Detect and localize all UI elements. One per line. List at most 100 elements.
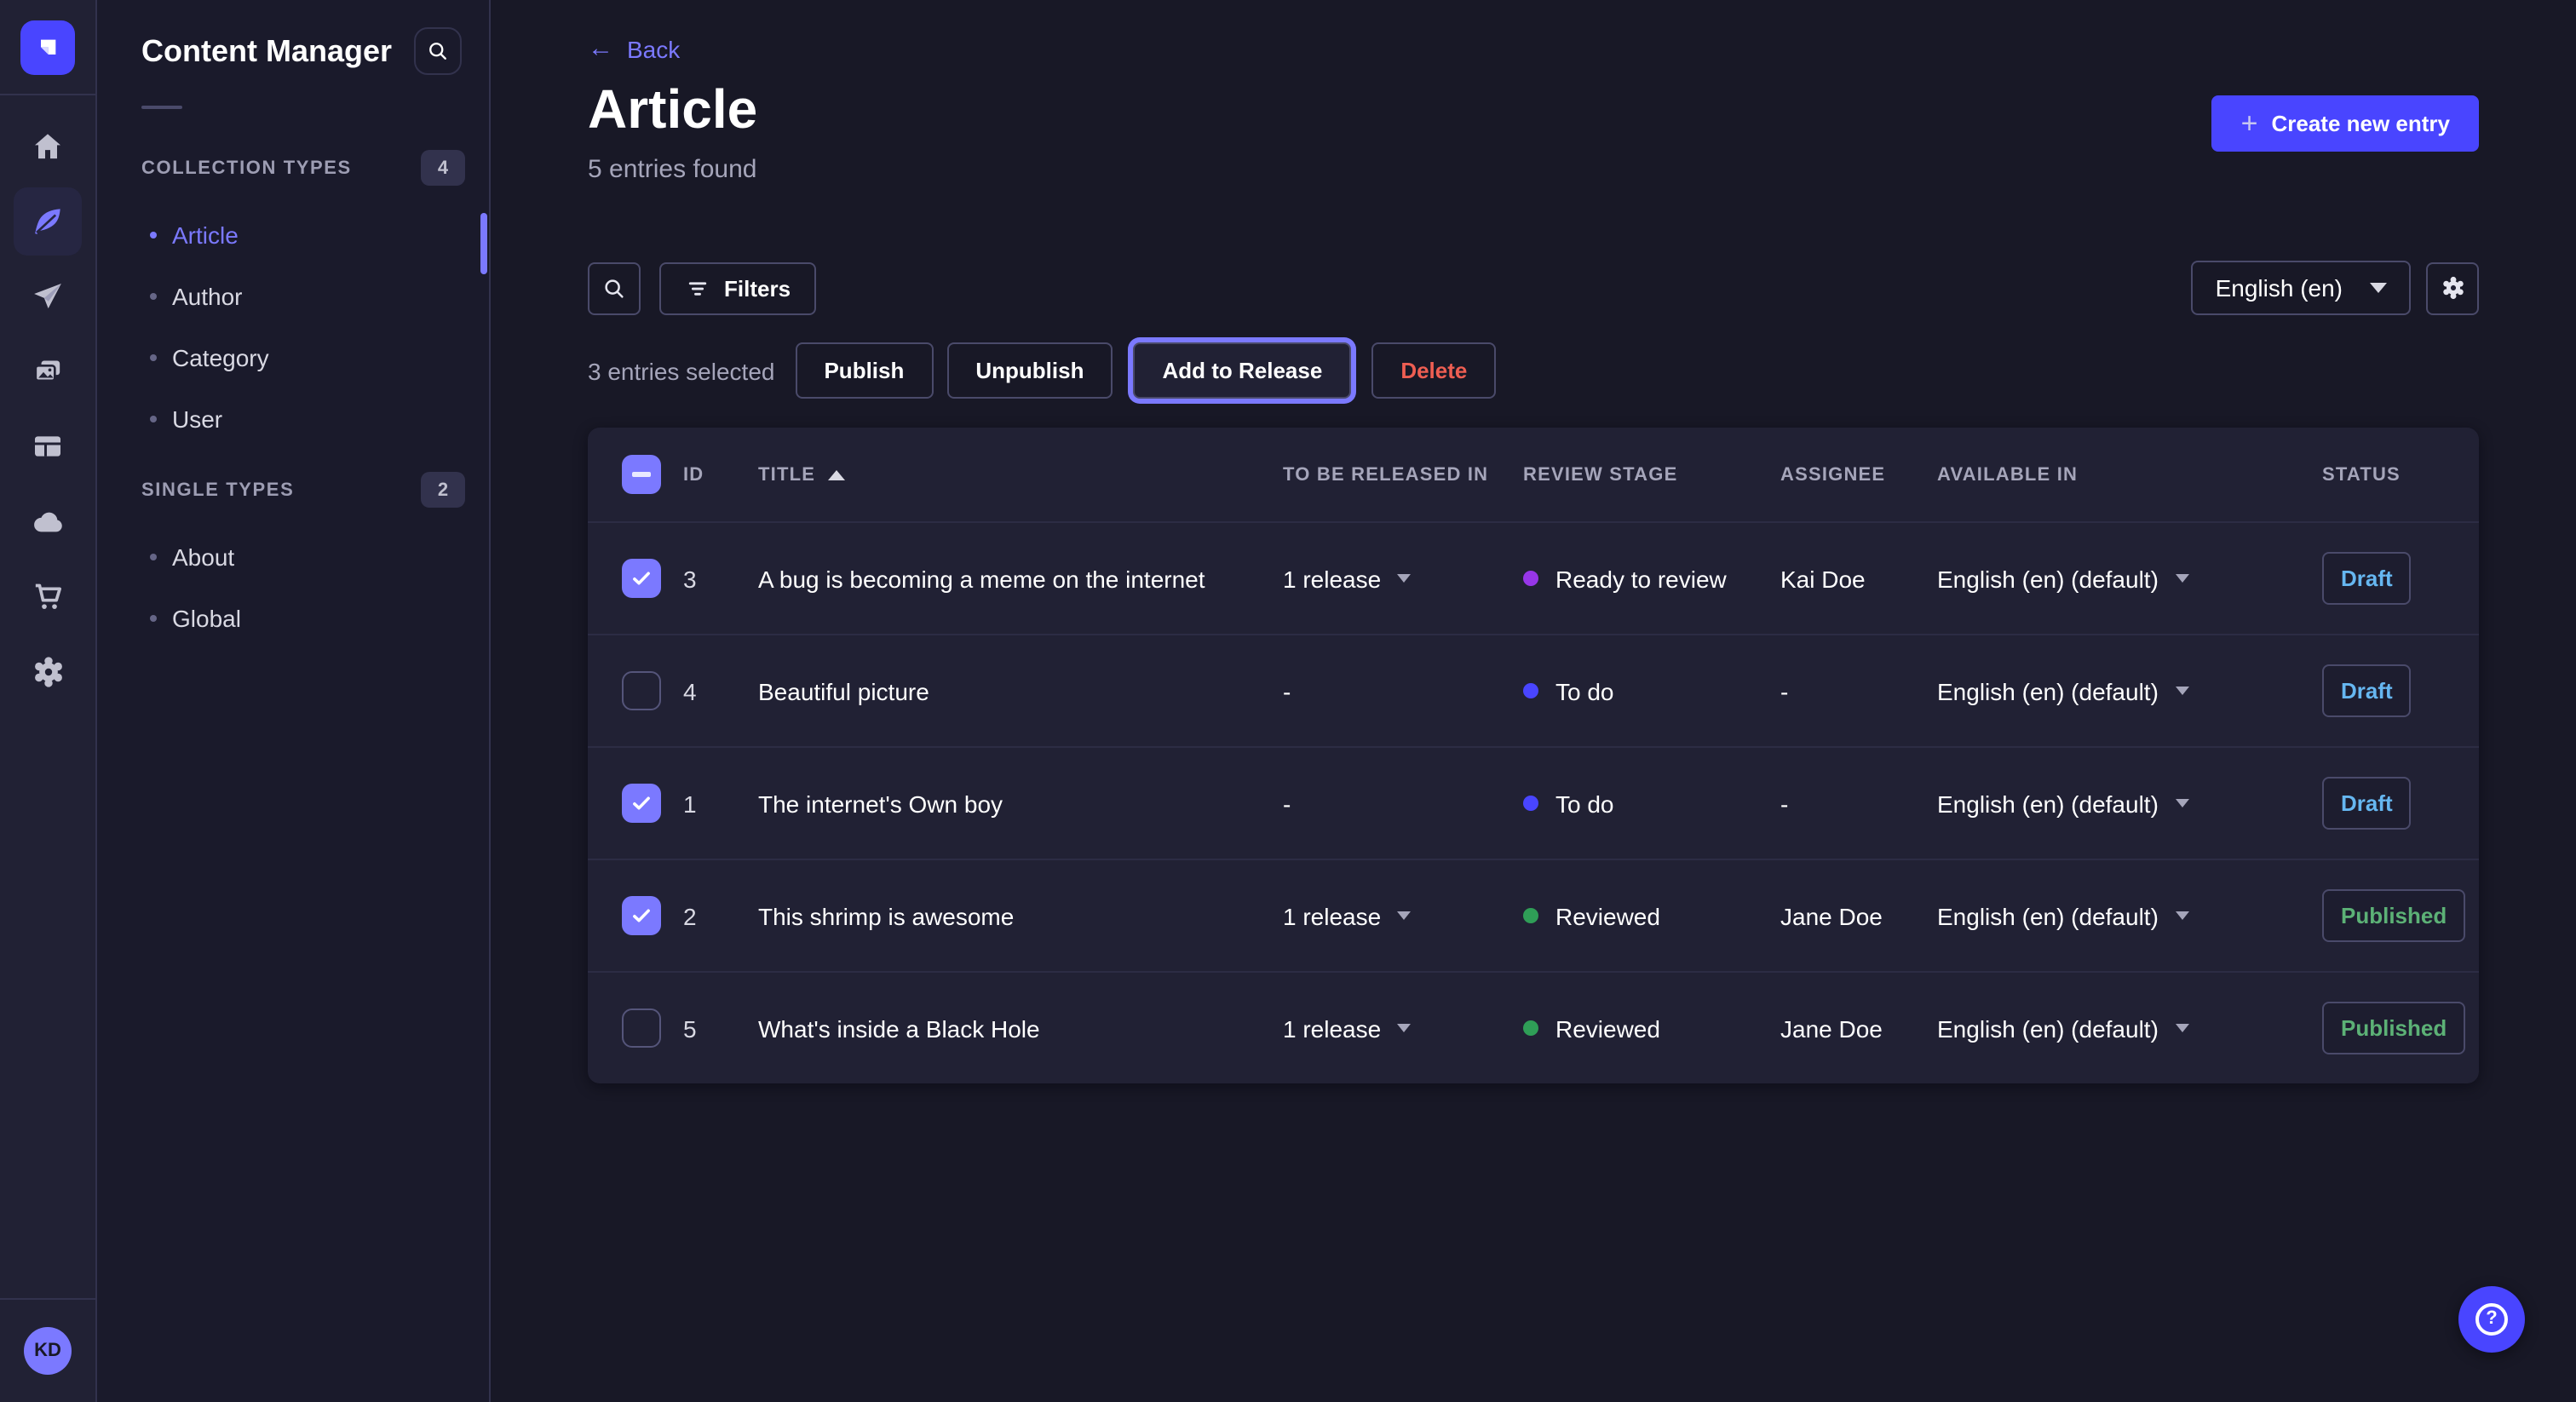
select-all-checkbox[interactable] (622, 455, 661, 494)
sidebar-item-label: Article (172, 221, 239, 249)
sidebar-item-about[interactable]: About (97, 526, 489, 588)
release-value: - (1283, 790, 1291, 817)
row-review-stage: To do (1523, 677, 1780, 704)
unpublish-button[interactable]: Unpublish (946, 342, 1113, 399)
media-library-icon[interactable] (14, 337, 82, 405)
single-types-label: SINGLE TYPES (141, 480, 294, 500)
release-value: 1 release (1283, 902, 1381, 929)
col-header-available-in[interactable]: AVAILABLE IN (1937, 464, 2322, 485)
filters-label: Filters (724, 275, 791, 301)
table-row[interactable]: 4 Beautiful picture - To do - English (e… (588, 634, 2479, 746)
back-link[interactable]: ← Back (588, 35, 680, 62)
sidebar-item-global[interactable]: Global (97, 588, 489, 649)
add-to-release-button[interactable]: Add to Release (1133, 342, 1351, 399)
sidebar-item-article[interactable]: Article (97, 204, 489, 266)
table-row[interactable]: 5 What's inside a Black Hole 1 release R… (588, 971, 2479, 1083)
stage-dot-icon (1523, 796, 1538, 811)
bullet-icon (150, 615, 157, 622)
col-header-status[interactable]: STATUS (2322, 464, 2479, 485)
table-row[interactable]: 2 This shrimp is awesome 1 release Revie… (588, 859, 2479, 971)
publish-button[interactable]: Publish (795, 342, 933, 399)
col-header-id[interactable]: ID (683, 464, 758, 485)
row-assignee: - (1780, 677, 1937, 704)
row-title: A bug is becoming a meme on the internet (758, 565, 1283, 592)
release-value: - (1283, 677, 1291, 704)
sidebar-item-user[interactable]: User (97, 388, 489, 450)
chevron-down-icon[interactable] (2176, 799, 2189, 807)
plus-icon: + (2241, 108, 2258, 137)
locale-select[interactable]: English (en) (2192, 261, 2411, 315)
search-icon (601, 275, 627, 301)
filters-button[interactable]: Filters (659, 261, 816, 314)
status-badge: Draft (2322, 664, 2412, 717)
view-settings-button[interactable] (2426, 261, 2479, 314)
chevron-down-icon[interactable] (1396, 911, 1410, 920)
page-title-block: Article 5 entries found (588, 78, 757, 184)
row-available-in: English (en) (default) (1937, 790, 2322, 817)
chevron-down-icon[interactable] (1396, 1024, 1410, 1032)
releases-send-icon[interactable] (14, 262, 82, 330)
subnav-search-button[interactable] (414, 27, 462, 75)
main-nav: KD (0, 0, 97, 1402)
search-icon (426, 39, 450, 63)
create-new-entry-label: Create new entry (2271, 111, 2450, 136)
delete-button[interactable]: Delete (1371, 342, 1496, 399)
collection-types-label: COLLECTION TYPES (141, 158, 352, 178)
table-row[interactable]: 1 The internet's Own boy - To do - Engli… (588, 746, 2479, 859)
chevron-down-icon[interactable] (2176, 911, 2189, 920)
row-title: This shrimp is awesome (758, 902, 1283, 929)
content-manager-feather-icon[interactable] (14, 187, 82, 256)
row-checkbox[interactable] (622, 784, 661, 823)
table-row[interactable]: 3 A bug is becoming a meme on the intern… (588, 521, 2479, 634)
row-checkbox[interactable] (622, 671, 661, 710)
row-assignee: Jane Doe (1780, 1014, 1937, 1042)
row-available-in: English (en) (default) (1937, 1014, 2322, 1042)
stage-label: To do (1555, 677, 1614, 704)
col-header-assignee[interactable]: ASSIGNEE (1780, 464, 1937, 485)
check-icon (630, 905, 653, 927)
entries-table: ID TITLE TO BE RELEASED IN REVIEW STAGE … (588, 428, 2479, 1083)
cloud-icon[interactable] (14, 487, 82, 555)
row-available-in: English (en) (default) (1937, 677, 2322, 704)
table-search-button[interactable] (588, 261, 641, 314)
sidebar-item-label: User (172, 405, 222, 433)
sidebar-item-category[interactable]: Category (97, 327, 489, 388)
status-badge: Draft (2322, 552, 2412, 605)
row-release: 1 release (1283, 565, 1523, 592)
row-checkbox[interactable] (622, 559, 661, 598)
col-header-to-be-released-in[interactable]: TO BE RELEASED IN (1283, 464, 1523, 485)
sort-ascending-icon[interactable] (827, 469, 844, 480)
help-button[interactable]: ? (2458, 1286, 2525, 1353)
chevron-down-icon[interactable] (2176, 574, 2189, 583)
chevron-down-icon[interactable] (2176, 687, 2189, 695)
col-header-title[interactable]: TITLE (758, 464, 1283, 485)
sidebar-item-author[interactable]: Author (97, 266, 489, 327)
chevron-down-icon[interactable] (2176, 1024, 2189, 1032)
single-types-list: About Global (97, 526, 489, 649)
row-release: - (1283, 677, 1523, 704)
row-review-stage: Reviewed (1523, 1014, 1780, 1042)
create-new-entry-button[interactable]: + Create new entry (2212, 95, 2479, 152)
row-review-stage: To do (1523, 790, 1780, 817)
app-root: KD Content Manager COLLECTION TYPES 4 Ar… (0, 0, 2576, 1402)
row-available-in: English (en) (default) (1937, 565, 2322, 592)
row-checkbox[interactable] (622, 896, 661, 935)
locale-label: English (en) (default) (1937, 1014, 2159, 1042)
entries-count: 5 entries found (588, 155, 757, 184)
col-header-review-stage[interactable]: REVIEW STAGE (1523, 464, 1780, 485)
release-value: 1 release (1283, 565, 1381, 592)
home-icon[interactable] (14, 112, 82, 181)
chevron-down-icon[interactable] (1396, 574, 1410, 583)
row-checkbox[interactable] (622, 1008, 661, 1048)
avatar[interactable]: KD (24, 1327, 72, 1375)
marketplace-cart-icon[interactable] (14, 562, 82, 630)
strapi-logo-mark (34, 33, 61, 60)
collection-types-list: Article Author Category User (97, 204, 489, 450)
filter-icon (685, 275, 710, 301)
content-type-builder-icon[interactable] (14, 412, 82, 480)
strapi-logo[interactable] (20, 20, 75, 74)
collection-types-count: 4 (421, 150, 465, 186)
subnav-scrollbar-thumb[interactable] (480, 213, 487, 274)
stage-dot-icon (1523, 1020, 1538, 1036)
settings-gear-icon[interactable] (14, 637, 82, 705)
